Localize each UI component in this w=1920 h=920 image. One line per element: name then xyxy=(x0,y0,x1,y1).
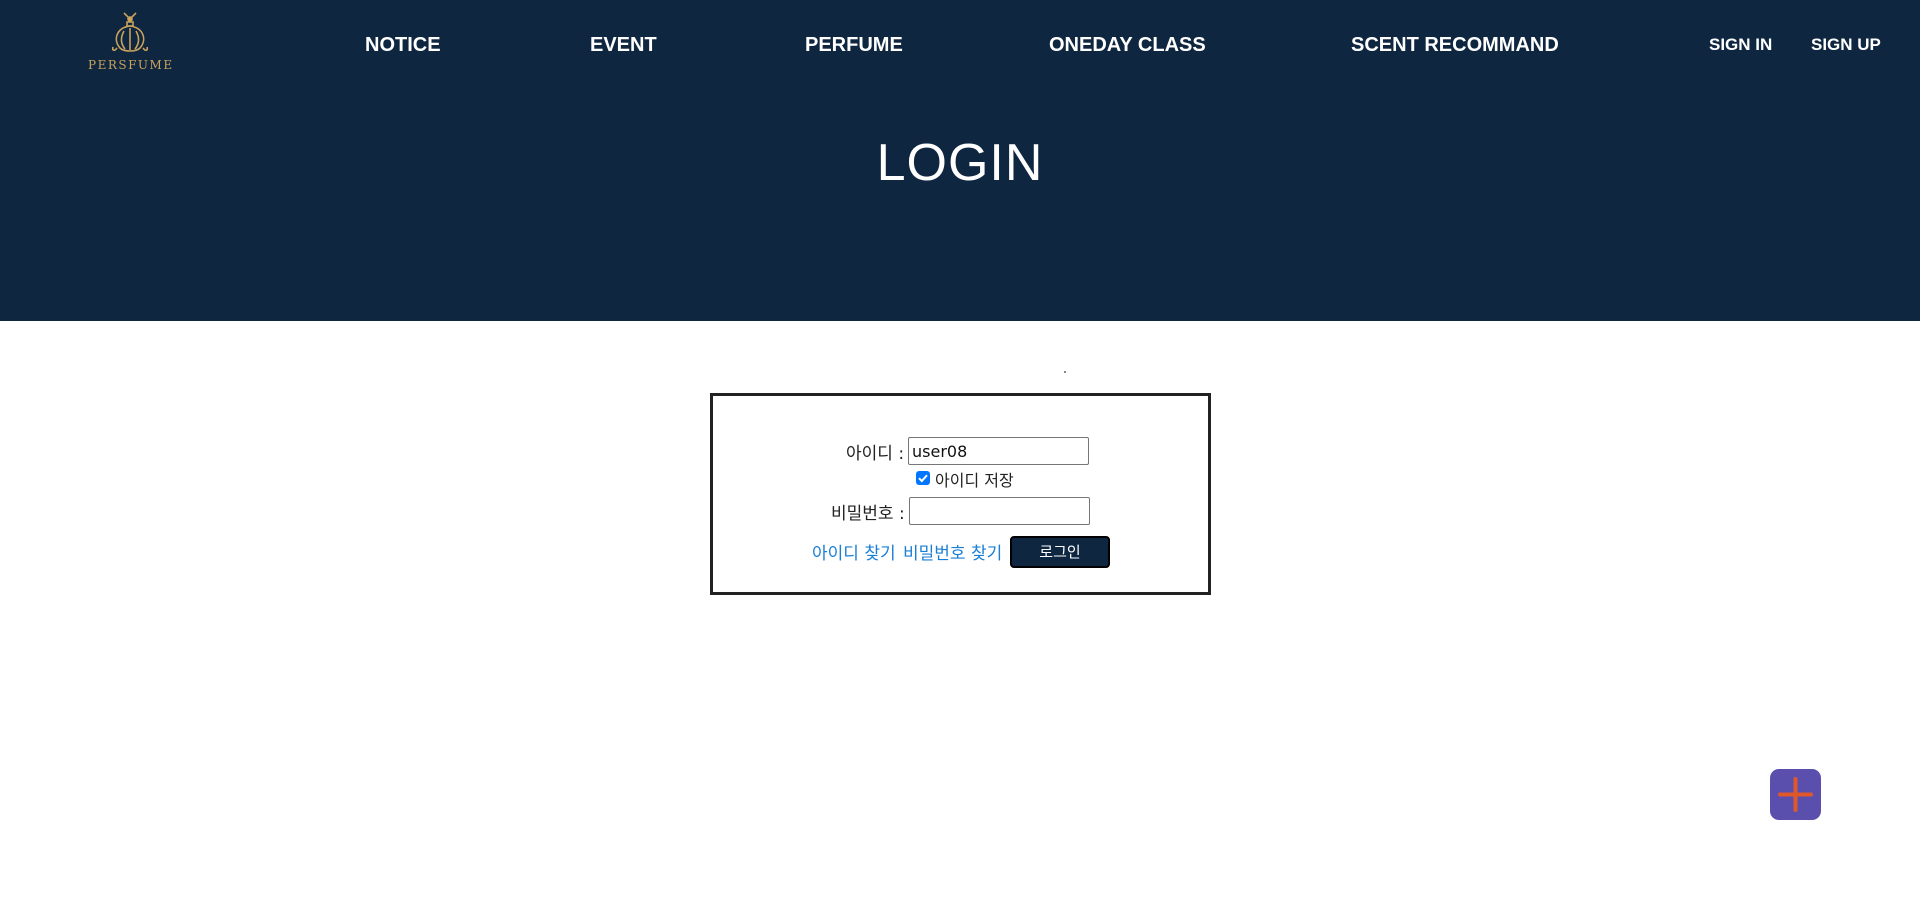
password-input[interactable] xyxy=(909,497,1090,525)
remember-id-checkbox[interactable] xyxy=(916,471,930,485)
nav-item-perfume[interactable]: PERFUME xyxy=(805,34,903,57)
decorative-dot xyxy=(1064,371,1066,373)
plus-icon xyxy=(1778,777,1813,812)
page-title: LOGIN xyxy=(876,134,1044,192)
remember-id-label: 아이디 저장 xyxy=(935,471,1014,490)
id-input[interactable] xyxy=(908,437,1089,465)
login-button[interactable]: 로그인 xyxy=(1010,536,1110,568)
add-floating-button[interactable] xyxy=(1770,769,1821,820)
password-label: 비밀번호 : xyxy=(831,504,905,524)
perfume-bottle-icon xyxy=(111,12,149,52)
sign-up-link[interactable]: SIGN UP xyxy=(1811,35,1881,55)
nav-item-notice[interactable]: NOTICE xyxy=(365,34,441,57)
id-label: 아이디 : xyxy=(846,444,905,464)
nav-item-scent-recommand[interactable]: SCENT RECOMMAND xyxy=(1351,34,1559,57)
brand-name: PERSFUME xyxy=(88,58,174,72)
find-id-link[interactable]: 아이디 찾기 xyxy=(812,539,896,564)
sign-in-link[interactable]: SIGN IN xyxy=(1709,35,1772,55)
login-form: 아이디 : 아이디 저장 비밀번호 : 아이디 찾기 비밀번호 찾기 로그인 xyxy=(710,393,1211,595)
checkmark-icon xyxy=(918,474,928,483)
find-password-link[interactable]: 비밀번호 찾기 xyxy=(903,539,1002,564)
header-banner: PERSFUME NOTICE EVENT PERFUME ONEDAY CLA… xyxy=(0,0,1920,321)
nav-item-event[interactable]: EVENT xyxy=(590,34,657,57)
brand-logo[interactable]: PERSFUME xyxy=(88,10,172,74)
nav-item-oneday-class[interactable]: ONEDAY CLASS xyxy=(1049,34,1206,57)
